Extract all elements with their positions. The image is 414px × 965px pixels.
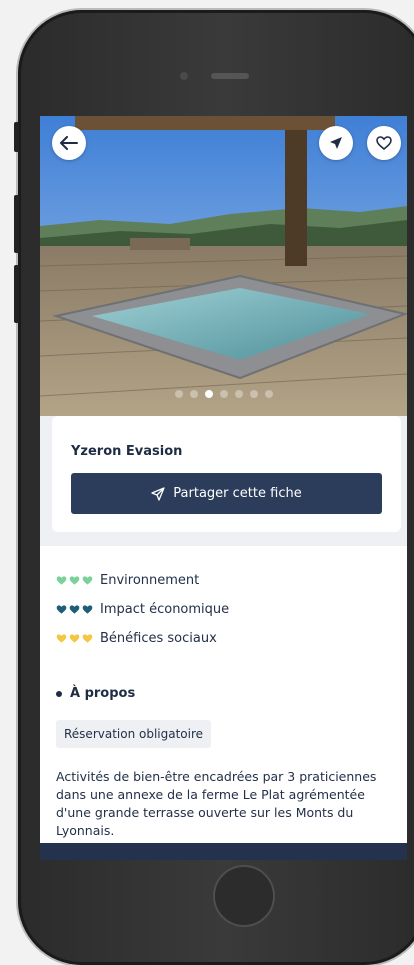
volume-up-button <box>14 195 19 253</box>
share-listing-label: Partager cette fiche <box>173 486 302 501</box>
heart-icon <box>69 605 80 614</box>
impact-label: Impact économique <box>100 602 230 617</box>
gallery-dot[interactable] <box>219 390 228 398</box>
reservation-tag: Réservation obligatoire <box>56 720 212 748</box>
impact-hearts <box>56 604 93 615</box>
heart-outline-icon <box>376 136 392 150</box>
paper-plane-outline-icon <box>151 486 165 501</box>
listing-title: Yzeron Evasion <box>71 444 183 459</box>
gallery-dot[interactable] <box>264 390 273 398</box>
about-section-title: À propos <box>56 686 135 701</box>
gallery-dot[interactable] <box>249 390 258 398</box>
impact-ratings: Environnement Impact économique Bénéfices … <box>56 566 229 653</box>
earpiece <box>211 73 249 79</box>
heart-icon <box>82 605 93 614</box>
heart-icon <box>82 634 93 643</box>
share-icon-button[interactable] <box>319 126 353 160</box>
back-button[interactable] <box>52 126 86 160</box>
heart-icon <box>56 576 67 585</box>
title-card-area: Yzeron Evasion Partager cette fiche <box>40 416 407 546</box>
impact-hearts <box>56 575 93 586</box>
volume-down-button <box>14 265 19 323</box>
home-button[interactable] <box>213 865 275 927</box>
impact-row: Impact économique <box>56 595 229 624</box>
impact-row: Environnement <box>56 566 229 595</box>
impact-hearts <box>56 633 93 644</box>
app-screen: Yzeron Evasion Partager cette fiche Envi… <box>40 116 407 860</box>
gallery-dot[interactable] <box>174 390 183 398</box>
title-card: Yzeron Evasion Partager cette fiche <box>52 416 401 532</box>
mute-switch <box>14 122 19 152</box>
impact-row: Bénéfices sociaux <box>56 624 229 653</box>
bottom-bar <box>40 843 407 860</box>
heart-icon <box>69 576 80 585</box>
impact-label: Environnement <box>100 573 200 588</box>
front-camera <box>180 72 188 80</box>
heart-icon <box>56 634 67 643</box>
bullet-icon <box>56 690 62 697</box>
hero-photo[interactable] <box>40 116 407 416</box>
paper-plane-icon <box>330 137 342 149</box>
share-listing-button[interactable]: Partager cette fiche <box>71 473 382 514</box>
arrow-left-icon <box>60 136 78 150</box>
hot-tub-photo <box>40 116 407 416</box>
favorite-button[interactable] <box>367 126 401 160</box>
about-title-text: À propos <box>70 686 136 701</box>
gallery-dot[interactable] <box>189 390 198 398</box>
gallery-dot[interactable] <box>204 390 213 398</box>
impact-label: Bénéfices sociaux <box>100 631 217 646</box>
gallery-dot[interactable] <box>234 390 243 398</box>
gallery-pagination[interactable] <box>40 390 407 398</box>
heart-icon <box>69 634 80 643</box>
heart-icon <box>56 605 67 614</box>
about-description: Activités de bien-être encadrées par 3 p… <box>56 769 377 838</box>
heart-icon <box>82 576 93 585</box>
